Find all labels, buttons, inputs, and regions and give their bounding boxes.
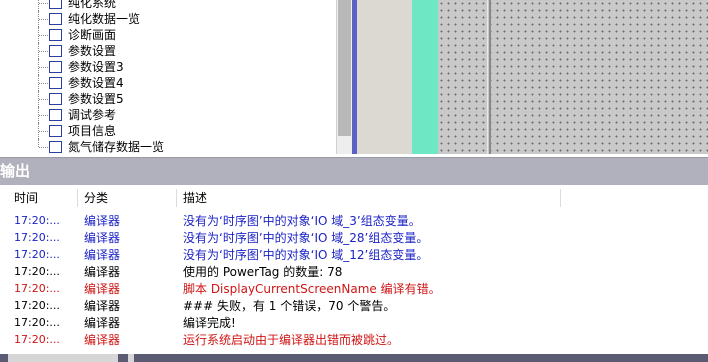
tree-connector <box>39 147 48 148</box>
screen-canvas[interactable] <box>438 0 708 154</box>
bottom-tab[interactable] <box>128 354 134 362</box>
tree-item-label: 参数设置5 <box>68 92 124 106</box>
log-time: 17:20:... <box>14 333 60 346</box>
log-time: 17:20:... <box>14 214 60 227</box>
tree-item[interactable]: 调试参考 <box>0 107 336 123</box>
tree-item-label: 纯化数据一览 <box>68 12 141 26</box>
log-row[interactable]: 17:20:... 编译器 运行系统启动由于编译器出错而被跳过。 <box>0 331 708 349</box>
log-row[interactable]: 17:20:... 编译器 编译完成! <box>0 314 708 332</box>
tree-item-label: 调试参考 <box>68 108 117 122</box>
log-time: 17:20:... <box>14 299 60 312</box>
log-row[interactable]: 17:20:... 编译器 ### 失败，有 1 个错误，70 个警告。 <box>0 297 708 315</box>
log-category: 编译器 <box>84 333 121 347</box>
tree-item[interactable]: 参数设置4 <box>0 75 336 91</box>
log-category: 编译器 <box>84 316 121 330</box>
column-separator[interactable] <box>77 189 78 207</box>
tree-item[interactable]: 纯化数据一览 <box>0 11 336 27</box>
tree-connector <box>39 35 48 36</box>
project-tree: 纯化系统 纯化数据一览 诊断画面 参数设置 参数设置3 参数设置4 参数设置5 <box>0 0 336 154</box>
log-time: 17:20:... <box>14 316 60 329</box>
log-time: 17:20:... <box>14 231 60 244</box>
editor-margin <box>357 0 412 154</box>
screen-page-icon <box>49 93 62 105</box>
log-description: ### 失败，有 1 个错误，70 个警告。 <box>183 299 396 313</box>
column-header-category[interactable]: 分类 <box>84 186 108 210</box>
tree-item-label: 项目信息 <box>68 124 117 138</box>
screen-page-icon <box>49 77 62 89</box>
log-description: 脚本 DisplayCurrentScreenName 编译有错。 <box>183 282 441 296</box>
screen-page-icon <box>49 13 62 25</box>
tree-item[interactable]: 氮气储存数据一览 <box>0 139 336 154</box>
column-header-time[interactable]: 时间 <box>14 186 38 210</box>
tree-item-label: 参数设置3 <box>68 60 124 74</box>
log-row[interactable]: 17:20:... 编译器 没有为‘时序图’中的对象‘IO 域_28’组态变量。 <box>0 229 708 247</box>
log-time: 17:20:... <box>14 248 60 261</box>
tree-scrollbar[interactable] <box>336 0 353 154</box>
log-row[interactable]: 17:20:... 编译器 没有为‘时序图’中的对象‘IO 域_3’组态变量。 <box>0 212 708 230</box>
screen-page-icon <box>49 141 62 153</box>
screen-page-icon <box>49 61 62 73</box>
column-header-description[interactable]: 描述 <box>183 186 207 210</box>
log-time: 17:20:... <box>14 282 60 295</box>
canvas-guide-line <box>489 0 491 154</box>
log-description: 运行系统启动由于编译器出错而被跳过。 <box>183 333 400 347</box>
tree-connector <box>39 99 48 100</box>
output-log-list: 17:20:... 编译器 没有为‘时序图’中的对象‘IO 域_3’组态变量。 17:… <box>0 210 708 354</box>
tree-item[interactable]: 诊断画面 <box>0 27 336 43</box>
tree-connector <box>39 19 48 20</box>
tree-item-label: 氮气储存数据一览 <box>68 140 165 154</box>
log-time: 17:20:... <box>14 265 60 278</box>
column-separator[interactable] <box>176 189 177 207</box>
log-category: 编译器 <box>84 248 121 262</box>
log-row[interactable]: 17:20:... 编译器 没有为‘时序图’中的对象‘IO 域_12’组态变量。 <box>0 246 708 264</box>
tree-connector <box>38 0 39 11</box>
tree-item[interactable]: 参数设置 <box>0 43 336 59</box>
tree-item-label: 纯化系统 <box>68 0 117 10</box>
editor-margin-highlight <box>412 0 438 154</box>
log-category: 编译器 <box>84 214 121 228</box>
log-description: 没有为‘时序图’中的对象‘IO 域_12’组态变量。 <box>183 248 429 262</box>
tree-connector <box>39 51 48 52</box>
bottom-tab-strip <box>0 354 708 362</box>
tree-connector <box>38 139 39 147</box>
log-category: 编译器 <box>84 282 121 296</box>
tree-connector <box>39 67 48 68</box>
log-category: 编译器 <box>84 265 121 279</box>
screen-page-icon <box>49 45 62 57</box>
log-description: 编译完成! <box>183 316 236 330</box>
bottom-tab[interactable] <box>8 354 118 362</box>
log-row[interactable]: 17:20:... 编译器 使用的 PowerTag 的数量: 78 <box>0 263 708 281</box>
screen-page-icon <box>49 125 62 137</box>
log-category: 编译器 <box>84 231 121 245</box>
log-row[interactable]: 17:20:... 编译器 脚本 DisplayCurrentScreenName … <box>0 280 708 298</box>
log-category: 编译器 <box>84 299 121 313</box>
canvas-guide-highlight <box>487 0 488 154</box>
tree-connector <box>39 83 48 84</box>
screen-page-icon <box>49 0 62 9</box>
log-description: 没有为‘时序图’中的对象‘IO 域_28’组态变量。 <box>183 231 429 245</box>
tree-item[interactable]: 项目信息 <box>0 123 336 139</box>
output-panel-title: 输出 <box>0 162 31 180</box>
log-description: 使用的 PowerTag 的数量: 78 <box>183 265 343 279</box>
screen-page-icon <box>49 29 62 41</box>
tree-connector <box>39 115 48 116</box>
tree-item[interactable]: 纯化系统 <box>0 0 336 11</box>
tree-item-label: 参数设置4 <box>68 76 124 90</box>
tree-connector <box>39 131 48 132</box>
tree-item-label: 诊断画面 <box>68 28 117 42</box>
output-panel-titlebar: 输出 <box>0 157 708 185</box>
log-description: 没有为‘时序图’中的对象‘IO 域_3’组态变量。 <box>183 214 421 228</box>
tree-item[interactable]: 参数设置3 <box>0 59 336 75</box>
tree-item-label: 参数设置 <box>68 44 117 58</box>
column-separator[interactable] <box>560 189 561 207</box>
screen-page-icon <box>49 109 62 121</box>
scrollbar-thumb[interactable] <box>338 0 351 136</box>
tree-item[interactable]: 参数设置5 <box>0 91 336 107</box>
output-column-header: 时间 分类 描述 <box>0 186 708 211</box>
tree-connector <box>39 3 48 4</box>
